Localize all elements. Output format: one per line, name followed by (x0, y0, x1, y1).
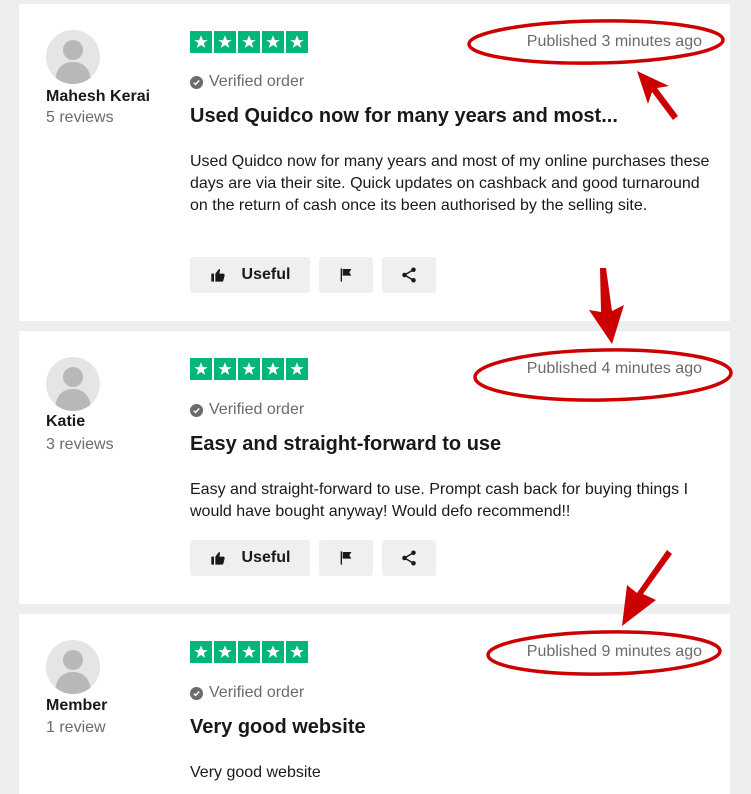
reviewer-name[interactable]: Member (46, 697, 107, 715)
star-icon (262, 358, 284, 380)
star-icon (214, 358, 236, 380)
reviewer-name[interactable]: Katie (46, 413, 85, 431)
user-silhouette-icon (55, 40, 91, 84)
flag-button[interactable] (319, 257, 373, 293)
star-icon (262, 641, 284, 663)
verified-badge: Verified order (190, 401, 304, 419)
review-card: Mahesh Kerai 5 reviews Published 3 minut… (19, 4, 730, 321)
review-body: Used Quidco now for many years and most … (190, 153, 710, 214)
published-time: Published 4 minutes ago (526, 360, 702, 377)
avatar[interactable] (46, 357, 100, 411)
flag-icon (340, 551, 352, 565)
star-icon (286, 31, 308, 53)
published-time: Published 3 minutes ago (526, 33, 702, 50)
star-icon (262, 31, 284, 53)
check-circle-icon (190, 403, 203, 417)
reviewer-name[interactable]: Mahesh Kerai (46, 88, 150, 106)
review-count: 3 reviews (46, 436, 114, 453)
useful-button[interactable]: Useful (190, 257, 310, 293)
useful-label: Useful (241, 266, 291, 283)
thumbs-up-icon (210, 269, 225, 282)
star-icon (190, 641, 212, 663)
avatar[interactable] (46, 640, 100, 694)
star-icon (238, 358, 260, 380)
verified-badge: Verified order (190, 73, 304, 91)
published-time: Published 9 minutes ago (526, 643, 702, 660)
review-body: Very good website (190, 764, 321, 781)
verified-badge: Verified order (190, 684, 304, 702)
review-count: 1 review (46, 719, 106, 736)
user-silhouette-icon (55, 650, 91, 694)
star-rating (190, 641, 308, 663)
share-button[interactable] (382, 540, 436, 576)
star-icon (238, 641, 260, 663)
verified-label: Verified order (209, 73, 305, 90)
verified-label: Verified order (209, 401, 305, 418)
flag-icon (340, 268, 352, 282)
avatar[interactable] (46, 30, 100, 84)
review-card: Katie 3 reviews Published 4 minutes ago … (19, 331, 730, 604)
check-circle-icon (190, 75, 203, 89)
star-icon (190, 31, 212, 53)
review-card: Member 1 review Published 9 minutes ago … (19, 614, 730, 794)
thumbs-up-icon (210, 552, 225, 565)
star-icon (214, 641, 236, 663)
flag-button[interactable] (319, 540, 373, 576)
review-title[interactable]: Used Quidco now for many years and most.… (190, 105, 618, 128)
review-body: Easy and straight-forward to use. Prompt… (190, 481, 689, 520)
star-icon (190, 358, 212, 380)
star-rating (190, 358, 308, 380)
star-icon (286, 641, 308, 663)
star-icon (238, 31, 260, 53)
review-count: 5 reviews (46, 109, 114, 126)
review-title[interactable]: Easy and straight-forward to use (190, 433, 501, 456)
review-title[interactable]: Very good website (190, 716, 366, 739)
share-icon (402, 550, 416, 566)
user-silhouette-icon (55, 367, 91, 411)
verified-label: Verified order (209, 684, 305, 701)
check-circle-icon (190, 686, 203, 700)
star-icon (214, 31, 236, 53)
star-icon (286, 358, 308, 380)
share-button[interactable] (382, 257, 436, 293)
star-rating (190, 31, 308, 53)
useful-button[interactable]: Useful (190, 540, 310, 576)
useful-label: Useful (241, 549, 291, 566)
share-icon (402, 267, 416, 283)
